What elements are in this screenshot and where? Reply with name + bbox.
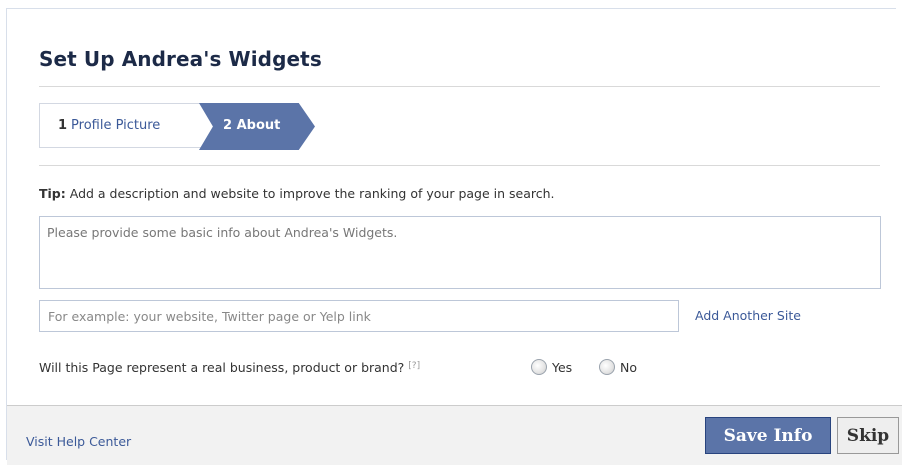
save-info-button[interactable]: Save Info xyxy=(705,417,831,454)
radio-no-label: No xyxy=(620,359,637,375)
visit-help-center-link[interactable]: Visit Help Center xyxy=(26,434,131,449)
tip-text: Tip: Add a description and website to im… xyxy=(39,186,555,201)
question-help-icon[interactable]: [?] xyxy=(408,361,420,371)
step-about[interactable]: 2 About xyxy=(199,103,315,150)
skip-button[interactable]: Skip xyxy=(837,417,899,454)
title-divider xyxy=(39,86,880,87)
radio-yes-option[interactable]: Yes xyxy=(531,359,572,375)
radio-yes[interactable] xyxy=(531,359,547,375)
tip-body: Add a description and website to improve… xyxy=(65,186,555,201)
step-2-text: 2 About xyxy=(223,118,280,133)
step-2-label: About xyxy=(236,118,281,133)
step-profile-picture[interactable]: 1 Profile Picture xyxy=(39,103,203,148)
step-1-number: 1 xyxy=(58,118,68,133)
website-input[interactable] xyxy=(39,300,679,332)
step-2-number: 2 xyxy=(223,118,233,133)
business-question-text: Will this Page represent a real business… xyxy=(39,360,405,375)
radio-yes-label: Yes xyxy=(552,359,573,375)
steps-divider xyxy=(39,165,880,166)
add-another-site-link[interactable]: Add Another Site xyxy=(695,308,801,323)
step-1-label: Profile Picture xyxy=(71,118,161,133)
about-description-textarea[interactable] xyxy=(39,216,881,289)
radio-no-option[interactable]: No xyxy=(599,359,637,375)
dialog-title: Set Up Andrea's Widgets xyxy=(39,47,322,71)
tip-prefix: Tip: xyxy=(39,186,66,201)
business-question: Will this Page represent a real business… xyxy=(39,360,420,375)
radio-no[interactable] xyxy=(599,359,615,375)
dialog-footer: Visit Help Center Save Info Skip xyxy=(7,405,902,465)
step-1-text: 1 Profile Picture xyxy=(58,118,160,133)
